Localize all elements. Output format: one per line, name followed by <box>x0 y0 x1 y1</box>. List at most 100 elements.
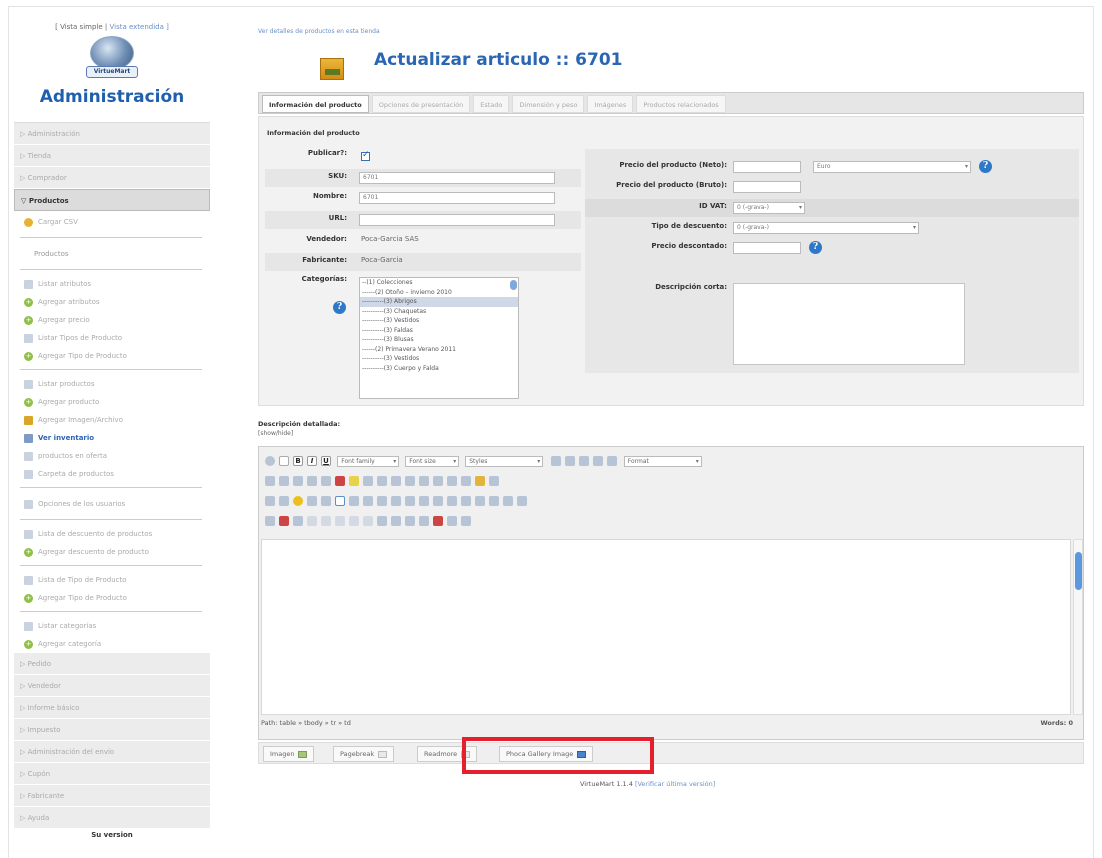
subscript-icon[interactable] <box>489 496 499 506</box>
tab-display-options[interactable]: Opciones de presentación <box>371 95 471 113</box>
sidebar-item[interactable]: Carpeta de productos <box>14 465 210 483</box>
editor-scrollbar[interactable] <box>1073 539 1083 715</box>
categories-listbox[interactable]: --(1) Colecciones ------(2) Otoño – invi… <box>359 277 519 399</box>
rtl-icon[interactable] <box>321 516 331 526</box>
undo-icon[interactable] <box>265 456 275 466</box>
net-price-input[interactable] <box>733 161 801 173</box>
blockquote-icon[interactable] <box>419 476 429 486</box>
underline-icon[interactable]: U <box>321 456 331 466</box>
sidebar-item[interactable]: Listar atributos <box>14 275 210 293</box>
tab-images[interactable]: Imágenes <box>587 95 634 113</box>
category-option[interactable]: ----------(3) Cuerpo y Falda <box>360 364 518 374</box>
category-option[interactable]: --(1) Colecciones <box>360 278 518 288</box>
tab-dimensions[interactable]: Dimensión y peso <box>512 95 585 113</box>
category-option[interactable]: ----------(3) Vestidos <box>360 354 518 364</box>
sidebar-header[interactable]: ▷ Informe básico <box>14 697 210 719</box>
template-icon[interactable] <box>433 516 443 526</box>
sidebar-item[interactable]: + Agregar producto <box>14 393 210 411</box>
url-input[interactable] <box>359 214 555 226</box>
category-option[interactable]: ----------(3) Chaquetas <box>360 307 518 317</box>
category-option[interactable]: ----------(3) Vestidos <box>360 316 518 326</box>
cite-icon[interactable] <box>335 516 345 526</box>
sidebar-item[interactable]: + Agregar precio <box>14 311 210 329</box>
sidebar-header[interactable]: ▷ Cupón <box>14 763 210 785</box>
sidebar-item[interactable]: + Agregar Tipo de Producto <box>14 347 210 365</box>
help-icon[interactable]: ? <box>333 301 346 314</box>
sidebar-header[interactable]: ▷ Vendedor <box>14 675 210 697</box>
sidebar-item-upload-csv[interactable]: Cargar CSV <box>14 211 210 233</box>
align-left-icon[interactable] <box>565 456 576 466</box>
sidebar-header[interactable]: ▷ Pedido <box>14 653 210 675</box>
layer-icon[interactable] <box>377 516 387 526</box>
image-icon[interactable] <box>489 476 499 486</box>
discount-type-select[interactable]: 0 (-grava-) ▾ <box>733 222 919 234</box>
view-simple-link[interactable]: [ Vista simple <box>55 23 103 31</box>
sidebar-item[interactable]: Listar categorías <box>14 617 210 635</box>
find-icon[interactable] <box>307 476 317 486</box>
insert-col-icon[interactable] <box>405 496 415 506</box>
sidebar-item[interactable]: productos en oferta <box>14 447 210 465</box>
listbox-scrollbar[interactable] <box>510 280 517 290</box>
sidebar-item[interactable]: Agregar Imagen/Archivo <box>14 411 210 429</box>
category-option[interactable]: ------(2) Otoño – invierno 2010 <box>360 288 518 298</box>
superscript-icon[interactable] <box>503 496 513 506</box>
delete-row-icon[interactable] <box>391 496 401 506</box>
split-cells-icon[interactable] <box>433 496 443 506</box>
sidebar-header[interactable]: ▷ Impuesto <box>14 719 210 741</box>
paste-icon[interactable] <box>293 476 303 486</box>
font-color-icon[interactable] <box>335 476 345 486</box>
tab-status[interactable]: Estado <box>473 95 510 113</box>
indent-icon[interactable] <box>405 476 415 486</box>
category-option-selected[interactable]: ----------(3) Abrigos <box>360 297 518 307</box>
highlight-icon[interactable] <box>349 476 359 486</box>
vat-select[interactable]: 0 (-grava-) ▾ <box>733 202 805 214</box>
style-props-icon[interactable] <box>419 516 429 526</box>
paragraph-icon[interactable] <box>293 516 303 526</box>
media-icon[interactable] <box>307 496 317 506</box>
sku-input[interactable]: 6701 <box>359 172 555 184</box>
insert-row-icon[interactable] <box>377 496 387 506</box>
sidebar-item[interactable]: Listar productos <box>14 375 210 393</box>
move-forward-icon[interactable] <box>391 516 401 526</box>
sidebar-header[interactable]: ▷ Fabricante <box>14 785 210 807</box>
sidebar-item[interactable]: + Agregar descuento de producto <box>14 543 210 561</box>
help-icon[interactable]: ? <box>809 241 822 254</box>
char-map-icon[interactable] <box>517 496 527 506</box>
pagebreak-button[interactable]: Pagebreak <box>333 746 395 762</box>
numbered-list-icon[interactable] <box>377 476 387 486</box>
scrollbar-thumb[interactable] <box>1075 552 1082 590</box>
category-option[interactable]: ----------(3) Faldas <box>360 326 518 336</box>
sidebar-header[interactable]: ▷ Tienda <box>14 145 210 167</box>
preview-icon[interactable] <box>279 496 289 506</box>
table-props-icon[interactable] <box>335 496 345 506</box>
sidebar-item[interactable]: Lista de Tipo de Producto <box>14 571 210 589</box>
cell-props-icon[interactable] <box>363 496 373 506</box>
bold-icon[interactable]: B <box>293 456 303 466</box>
sidebar-item[interactable]: + Agregar atributos <box>14 293 210 311</box>
copy-icon[interactable] <box>279 476 289 486</box>
abbr-icon[interactable] <box>349 516 359 526</box>
outdent-icon[interactable] <box>391 476 401 486</box>
fullscreen-icon[interactable] <box>447 516 457 526</box>
sidebar-item[interactable]: Lista de descuento de productos <box>14 525 210 543</box>
sidebar-header[interactable]: ▷ Ayuda <box>14 807 210 829</box>
category-option[interactable]: ------(2) Primavera Verano 2011 <box>360 345 518 355</box>
align-center-icon[interactable] <box>579 456 590 466</box>
sidebar-header[interactable]: ▷ Comprador <box>14 167 210 189</box>
sidebar-item[interactable]: Listar Tipos de Producto <box>14 329 210 347</box>
anchor-icon[interactable] <box>461 476 471 486</box>
spellcheck-icon[interactable] <box>265 516 275 526</box>
view-extended-link[interactable]: Vista extendida ] <box>109 23 168 31</box>
help-icon[interactable]: ? <box>979 160 992 173</box>
sidebar-header-products[interactable]: ▽ Productos <box>14 189 210 211</box>
bullet-list-icon[interactable] <box>363 476 373 486</box>
name-input[interactable]: 6701 <box>359 192 555 204</box>
sidebar-item-inventory[interactable]: Ver inventario <box>14 429 210 447</box>
gross-price-input[interactable] <box>733 181 801 193</box>
edit-icon[interactable] <box>475 476 485 486</box>
discounted-price-input[interactable] <box>733 242 801 254</box>
horizontal-rule-icon[interactable] <box>461 496 471 506</box>
merge-cells-icon[interactable] <box>447 496 457 506</box>
visual-aid-icon[interactable] <box>461 516 471 526</box>
ordered-list-icon[interactable] <box>447 476 457 486</box>
